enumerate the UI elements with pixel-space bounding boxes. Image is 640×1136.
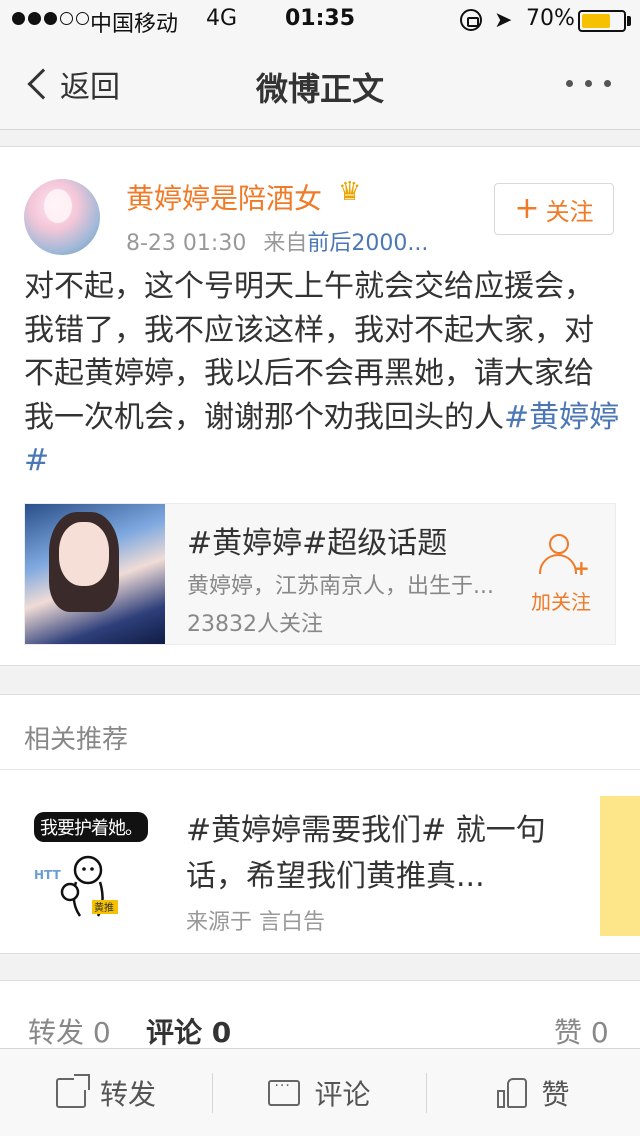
add-user-icon: + (539, 534, 590, 580)
post-source-prefix: 来自 (263, 231, 308, 256)
topic-follow-label: 加关注 (531, 590, 591, 614)
username[interactable]: 黄婷婷是陪酒女 (126, 177, 322, 217)
post-timestamp: 8-23 01:30 (126, 231, 247, 256)
related-image-huang-tag: 黄推 (94, 901, 114, 914)
comment-label: 评论 (314, 1078, 371, 1111)
nav-bar: 返回 微博正文 (0, 40, 640, 130)
post-card: 黄婷婷是陪酒女 ♛ 8-23 01:30 来自前后2000... + 关注 对不… (0, 146, 640, 666)
status-bar: 中国移动 4G 01:35 ➤ 70% (0, 0, 640, 40)
follow-label: 关注 (545, 197, 594, 226)
thumbs-up-icon (497, 1078, 528, 1108)
post-meta: 8-23 01:30 来自前后2000... (126, 225, 428, 257)
topic-title: #黄婷婷#超级话题 (187, 526, 448, 561)
like-count[interactable]: 赞 0 (554, 1011, 609, 1051)
follow-button[interactable]: + 关注 (494, 183, 614, 235)
topic-image (25, 504, 165, 644)
topic-card[interactable]: #黄婷婷#超级话题 黄婷婷，江苏南京人，出生于... 23832人关注 + 加关… (24, 503, 616, 645)
like-button[interactable]: 赞 (427, 1049, 640, 1136)
more-options-icon[interactable] (566, 80, 611, 87)
related-image-caption: 我要护着她。 (34, 812, 148, 842)
related-title: 相关推荐 (24, 725, 129, 755)
related-source: 来源于 言白告 (186, 910, 325, 935)
comment-count[interactable]: 评论 0 (146, 1011, 231, 1051)
topic-description: 黄婷婷，江苏南京人，出生于... (187, 574, 494, 599)
post-source[interactable]: 前后2000... (307, 231, 428, 256)
stick-figure-illustration: 黄推 (60, 855, 118, 917)
comment-button[interactable]: 评论 (213, 1049, 426, 1136)
repost-button[interactable]: 转发 (0, 1049, 212, 1136)
battery-cap (627, 16, 631, 26)
comment-icon (268, 1078, 301, 1106)
crown-badge-icon: ♛ (338, 177, 362, 207)
share-icon (55, 1074, 90, 1108)
like-label: 赞 (541, 1078, 570, 1111)
avatar[interactable] (24, 179, 100, 255)
battery-percent: 70% (526, 6, 575, 31)
topic-follow-button[interactable]: + 加关注 (521, 534, 601, 615)
page-title: 微博正文 (255, 70, 384, 108)
battery-icon (578, 10, 626, 32)
related-image: 我要护着她。 HTT 黄推 (24, 800, 166, 930)
topic-followers: 23832人关注 (187, 612, 323, 637)
repost-label: 转发 (99, 1078, 156, 1111)
repost-count[interactable]: 转发 0 (28, 1011, 111, 1051)
scroll-indicator (600, 796, 640, 936)
orientation-lock-icon (460, 9, 482, 31)
location-arrow-icon: ➤ (494, 8, 513, 33)
related-image-htt-tag: HTT (34, 868, 61, 882)
related-header: 相关推荐 (0, 694, 640, 770)
related-item[interactable]: 我要护着她。 HTT 黄推 #黄婷婷需要我们# 就一句话，希望我们黄推真... … (0, 770, 640, 954)
related-text: #黄婷婷需要我们# 就一句话，希望我们黄推真... (186, 813, 546, 894)
post-text: 对不起，这个号明天上午就会交给应援会，我错了，我不应该这样，我对不起大家，对不起… (24, 265, 620, 483)
plus-icon: + (514, 191, 540, 226)
bottom-toolbar: 转发 评论 赞 (0, 1048, 640, 1136)
battery-fill (582, 14, 610, 28)
stats-row: 转发 0 评论 0 赞 0 (0, 980, 640, 1050)
